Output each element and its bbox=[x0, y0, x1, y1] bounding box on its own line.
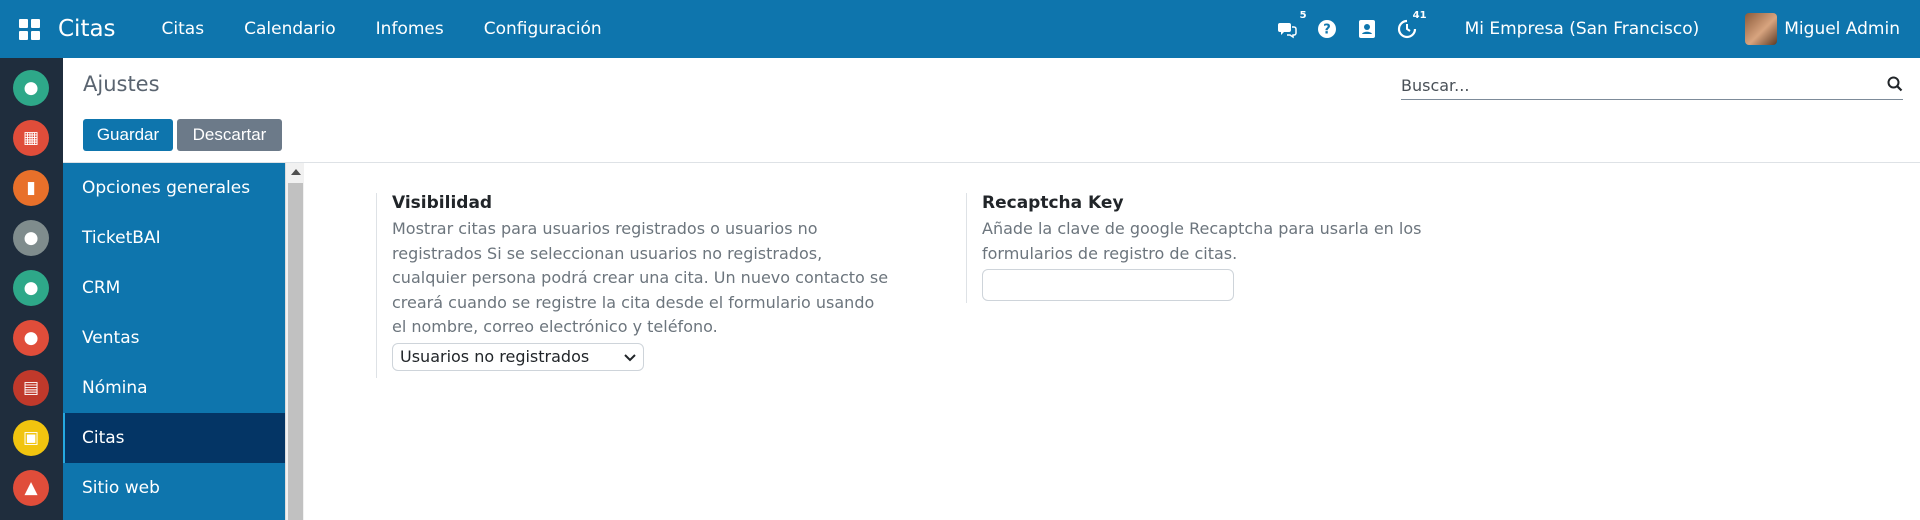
dock-payroll-icon[interactable]: ● bbox=[13, 320, 49, 356]
menu-calendario[interactable]: Calendario bbox=[244, 19, 336, 39]
setting-recaptcha: Recaptcha Key Añade la clave de google R… bbox=[966, 193, 1486, 303]
messages-badge: 5 bbox=[1299, 10, 1307, 21]
scroll-thumb[interactable] bbox=[288, 183, 303, 520]
menu-citas[interactable]: Citas bbox=[162, 19, 205, 39]
sidebar-item-sitio-web[interactable]: Sitio web bbox=[63, 463, 285, 513]
sidebar-item-crm[interactable]: CRM bbox=[63, 263, 285, 313]
visibility-select[interactable]: Usuarios no registrados bbox=[392, 342, 644, 371]
page-title: Ajustes bbox=[83, 72, 160, 96]
chat-icon[interactable]: 5 bbox=[1276, 10, 1307, 40]
visibility-description: Mostrar citas para usuarios registrados … bbox=[392, 219, 889, 336]
search-input[interactable] bbox=[1401, 76, 1841, 95]
setting-visibility: Visibilidad Mostrar citas para usuarios … bbox=[376, 193, 896, 378]
chevron-down-icon bbox=[624, 347, 636, 366]
dock-appointment-icon[interactable]: ▣ bbox=[13, 420, 49, 456]
user-menu[interactable]: Miguel Admin bbox=[1745, 13, 1900, 45]
sidebar-item-ventas[interactable]: Ventas bbox=[63, 313, 285, 363]
scroll-up-arrow-icon[interactable] bbox=[291, 169, 301, 175]
discard-button[interactable]: Descartar bbox=[177, 119, 282, 151]
visibility-selected-value: Usuarios no registrados bbox=[400, 347, 590, 366]
sidebar-scrollbar[interactable] bbox=[285, 163, 304, 520]
sidebar-item-nomina[interactable]: Nómina bbox=[63, 363, 285, 413]
activity-clock-icon[interactable]: 41 bbox=[1396, 10, 1427, 40]
company-switcher[interactable]: Mi Empresa (San Francisco) bbox=[1465, 19, 1700, 39]
avatar bbox=[1745, 13, 1778, 45]
top-navbar: Citas Citas Calendario Infomes Configura… bbox=[0, 0, 1920, 58]
dock-calendar-icon[interactable]: ▦ bbox=[13, 120, 49, 156]
menu-configuracion[interactable]: Configuración bbox=[484, 19, 602, 39]
dock-employee-icon[interactable]: ● bbox=[13, 270, 49, 306]
visibility-title: Visibilidad bbox=[392, 193, 493, 213]
control-panel: Ajustes Guardar Descartar bbox=[63, 58, 1920, 163]
dock-notes-icon[interactable]: ▮ bbox=[13, 170, 49, 206]
apps-grid-icon[interactable] bbox=[0, 0, 58, 58]
svg-text:?: ? bbox=[1323, 23, 1331, 38]
recaptcha-description: Añade la clave de google Recaptcha para … bbox=[982, 219, 1422, 263]
dock-chart-icon[interactable]: ▤ bbox=[13, 370, 49, 406]
recaptcha-title: Recaptcha Key bbox=[982, 193, 1124, 213]
app-title[interactable]: Citas bbox=[58, 16, 116, 42]
dock-team-icon[interactable]: ● bbox=[13, 220, 49, 256]
menu-informes[interactable]: Infomes bbox=[376, 19, 444, 39]
sidebar-item-opciones-generales[interactable]: Opciones generales bbox=[63, 163, 285, 213]
user-name: Miguel Admin bbox=[1784, 19, 1900, 39]
app-dock: ● ▦ ▮ ● ● ● ▤ ▣ ▲ bbox=[0, 58, 63, 520]
search-bar bbox=[1401, 72, 1903, 100]
save-button[interactable]: Guardar bbox=[83, 119, 173, 151]
sidebar-item-ticketbai[interactable]: TicketBAI bbox=[63, 213, 285, 263]
sidebar-item-citas[interactable]: Citas bbox=[63, 413, 285, 463]
contacts-icon[interactable] bbox=[1356, 18, 1378, 40]
dock-bell-icon[interactable]: ▲ bbox=[13, 470, 49, 506]
dock-app-icon[interactable]: ● bbox=[13, 70, 49, 106]
settings-sidebar: Opciones generales TicketBAI CRM Ventas … bbox=[63, 163, 285, 520]
activities-badge: 41 bbox=[1412, 10, 1427, 21]
recaptcha-key-input[interactable] bbox=[982, 269, 1234, 301]
search-icon[interactable] bbox=[1887, 76, 1903, 96]
help-icon[interactable]: ? bbox=[1316, 18, 1338, 40]
